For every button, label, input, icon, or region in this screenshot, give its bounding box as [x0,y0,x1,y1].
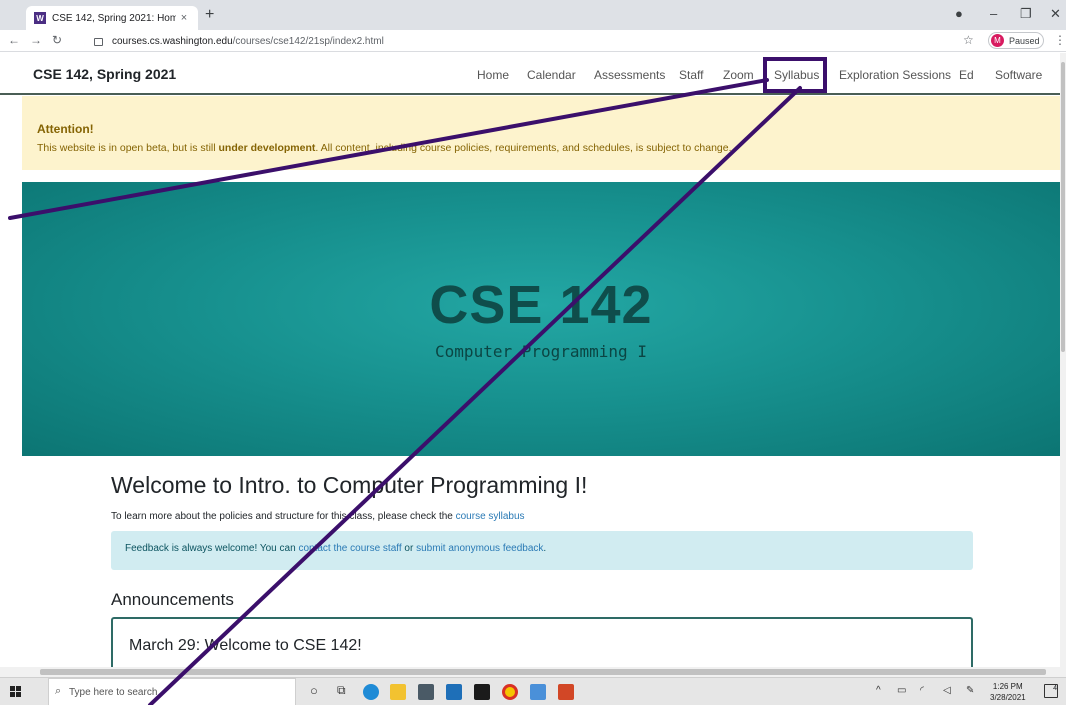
alert-text-end: . All content, including course policies… [315,142,732,154]
edge-browser-icon[interactable] [363,684,379,700]
site-navbar: CSE 142, Spring 2021 Home Calendar Asses… [0,53,1060,95]
profile-status: Paused [1009,35,1040,46]
course-syllabus-link[interactable]: course syllabus [456,511,525,522]
browser-tab-strip: W CSE 142, Spring 2021: Home × + ● – ❐ ✕ [0,0,1066,30]
chrome-extension-icon[interactable]: ● [955,6,963,21]
hero-title: CSE 142 [429,275,653,335]
browser-menu-icon[interactable]: ⋮ [1054,33,1066,47]
nav-link-assessments[interactable]: Assessments [594,68,665,82]
task-view-icon[interactable]: ⧉ [337,683,346,698]
nav-link-calendar[interactable]: Calendar [527,68,576,82]
nav-link-staff[interactable]: Staff [679,68,703,82]
alert-text-start: This website is in open beta, but is sti… [37,142,219,154]
feedback-text: Feedback is always welcome! You can [125,543,299,554]
file-explorer-icon[interactable] [390,684,406,700]
feedback-end: . [543,543,547,554]
intro-text-body: To learn more about the policies and str… [111,511,456,522]
uw-favicon-icon: W [34,12,46,24]
attention-alert: Attention! This website is in open beta,… [22,96,1060,170]
tab-title: CSE 142, Spring 2021: Home [52,12,176,24]
store-icon[interactable] [418,684,434,700]
window-close-icon[interactable]: ✕ [1050,6,1061,22]
windows-taskbar: ⌕ Type here to search ○ ⧉ ^ ▭ ◜ ◁ ✎ 1:26… [0,677,1066,705]
mail-icon[interactable] [446,684,462,700]
notification-count: 4 [1053,685,1057,692]
alert-text-bold: under development [218,142,316,154]
alert-text: This website is in open beta, but is sti… [37,142,1060,154]
horizontal-scroll-thumb[interactable] [40,669,1046,675]
anonymous-feedback-link[interactable]: submit anonymous feedback [416,543,543,554]
hero-banner: CSE 142 Computer Programming I [22,182,1060,456]
forward-arrow-icon[interactable]: → [30,33,42,47]
announcements-heading: Announcements [111,590,234,609]
pen-icon[interactable]: ✎ [966,685,974,696]
announcement-title: March 29: Welcome to CSE 142! [129,637,362,654]
battery-icon[interactable]: ▭ [897,685,906,696]
minimize-icon[interactable]: – [990,6,997,21]
nav-link-software[interactable]: Software [995,68,1042,82]
snip-tool-icon[interactable] [530,684,546,700]
nav-link-exploration-sessions[interactable]: Exploration Sessions [839,68,951,82]
notification-center-icon[interactable]: 4 [1044,684,1058,698]
back-arrow-icon[interactable]: ← [8,33,20,47]
browser-toolbar: ← → ↻ courses.cs.washington.edu/courses/… [0,30,1066,52]
screen: W CSE 142, Spring 2021: Home × + ● – ❐ ✕… [0,0,1066,705]
alert-title: Attention! [37,122,94,136]
new-tab-button[interactable]: + [205,6,214,24]
nav-link-ed[interactable]: Ed [959,68,974,82]
clock-date: 3/28/2021 [990,693,1026,702]
nav-link-syllabus[interactable]: Syllabus [774,68,819,82]
powerpoint-icon[interactable] [558,684,574,700]
hero-subtitle: Computer Programming I [435,342,647,361]
nav-link-zoom[interactable]: Zoom [723,68,754,82]
tab-close-icon[interactable]: × [176,12,192,24]
taskbar-search-input[interactable]: ⌕ Type here to search [48,678,296,705]
chrome-icon[interactable] [502,684,518,700]
windows-start-icon[interactable] [10,686,22,698]
cortana-icon[interactable]: ○ [310,683,318,698]
intro-text: To learn more about the policies and str… [111,511,525,522]
tray-chevron-icon[interactable]: ^ [876,685,881,696]
maximize-icon[interactable]: ❐ [1020,6,1032,22]
site-brand[interactable]: CSE 142, Spring 2021 [33,66,176,82]
volume-icon[interactable]: ◁ [943,685,951,696]
contact-staff-link[interactable]: contact the course staff [298,543,401,554]
avatar: M [991,34,1004,47]
clock-time: 1:26 PM [992,682,1023,691]
url-host: courses.cs.washington.edu [112,35,233,47]
feedback-box: Feedback is always welcome! You can cont… [111,531,973,570]
bookmark-star-icon[interactable]: ☆ [963,33,974,47]
nav-link-home[interactable]: Home [477,68,509,82]
profile-button[interactable]: M Paused [988,32,1044,49]
search-placeholder: Type here to search [69,686,158,698]
url-path: /courses/cse142/21sp/index2.html [232,35,384,47]
address-bar[interactable]: courses.cs.washington.edu/courses/cse142… [94,33,954,49]
lock-icon [94,38,103,46]
browser-tab[interactable]: W CSE 142, Spring 2021: Home × [26,6,198,30]
feedback-or: or [401,543,417,554]
terminal-icon[interactable] [474,684,490,700]
page-title: Welcome to Intro. to Computer Programmin… [111,472,588,498]
search-icon: ⌕ [55,685,62,697]
taskbar-clock[interactable]: 1:26 PM 3/28/2021 [990,681,1026,703]
reload-icon[interactable]: ↻ [52,33,62,47]
wifi-icon[interactable]: ◜ [920,685,924,696]
vertical-scroll-thumb[interactable] [1061,62,1065,352]
